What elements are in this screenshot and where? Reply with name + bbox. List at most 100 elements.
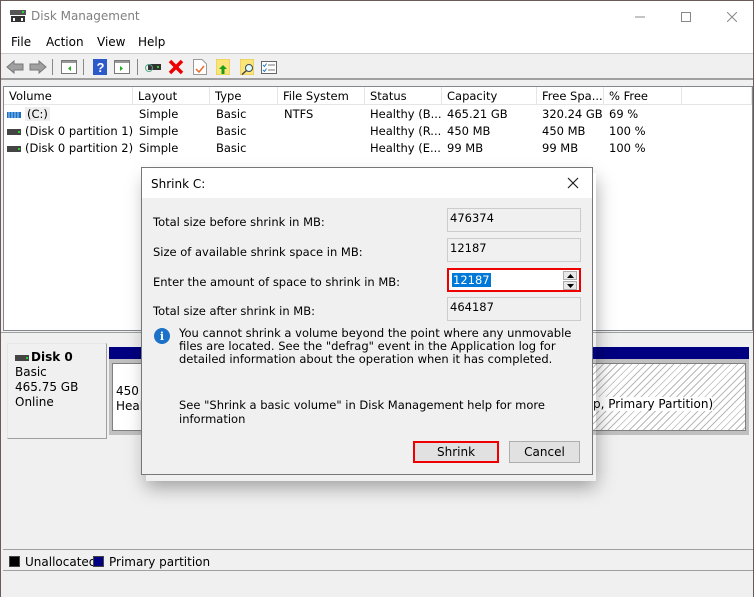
settings-list-button[interactable] xyxy=(260,58,278,76)
disk-name: Disk 0 xyxy=(31,350,73,364)
column-header-type[interactable]: Type xyxy=(210,87,278,105)
window-title: Disk Management xyxy=(31,9,140,23)
close-icon xyxy=(727,11,737,22)
partition-c-text: p, Primary Partition) xyxy=(593,397,714,411)
dialog-title-bar: Shrink C: xyxy=(142,168,592,198)
layout-cell: Simple xyxy=(139,124,179,138)
menu-file[interactable]: File xyxy=(11,35,31,49)
primary-partition-swatch xyxy=(93,556,104,567)
volume-name: (Disk 0 partition 2) xyxy=(25,141,134,155)
menu-bar: File Action View Help xyxy=(1,32,753,54)
type-cell: Basic xyxy=(216,107,247,121)
disk-drive-icon xyxy=(15,354,29,361)
column-header-volume[interactable]: Volume xyxy=(4,87,133,105)
capacity-cell: 99 MB xyxy=(447,141,484,155)
forward-icon xyxy=(29,60,47,74)
capacity-cell: 450 MB xyxy=(447,124,491,138)
volume-name: (C:) xyxy=(25,107,50,121)
volume-cell: (Disk 0 partition 2) xyxy=(7,141,133,155)
spin-up-button[interactable] xyxy=(563,271,577,280)
toolbar-separator xyxy=(83,59,84,75)
volume-row[interactable]: (Disk 0 partition 1) Simple Basic Health… xyxy=(4,123,752,140)
capacity-cell: 465.21 GB xyxy=(447,107,508,121)
help-message: See "Shrink a basic volume" in Disk Mana… xyxy=(179,398,545,426)
column-header-layout[interactable]: Layout xyxy=(133,87,210,105)
delete-icon xyxy=(168,59,184,75)
column-header-status[interactable]: Status xyxy=(365,87,442,105)
explore-icon xyxy=(240,59,254,75)
show-hide-console-tree-button[interactable] xyxy=(60,58,78,76)
percent-free-cell: 69 % xyxy=(609,107,639,121)
shrink-amount-label: Enter the amount of space to shrink in M… xyxy=(153,275,401,289)
total-after-label: Total size after shrink in MB: xyxy=(153,304,315,318)
column-header-capacity[interactable]: Capacity xyxy=(442,87,537,105)
connect-disk-icon xyxy=(145,64,161,72)
properties-button[interactable] xyxy=(191,58,209,76)
maximize-button[interactable] xyxy=(663,1,709,32)
close-button[interactable] xyxy=(709,1,754,32)
available-shrink-label: Size of available shrink space in MB: xyxy=(153,245,363,259)
delete-button[interactable] xyxy=(167,58,185,76)
disk-0-info[interactable]: Disk 0 Basic 465.75 GB Online xyxy=(7,343,107,439)
total-before-field: 476374 xyxy=(447,208,581,232)
layout-cell: Simple xyxy=(139,107,179,121)
minimize-icon xyxy=(635,16,645,17)
disk-status: Online xyxy=(15,395,54,409)
disk-type: Basic xyxy=(15,365,47,379)
total-before-label: Total size before shrink in MB: xyxy=(153,215,325,229)
title-bar: Disk Management xyxy=(1,1,753,32)
type-cell: Basic xyxy=(216,141,247,155)
shrink-amount-input[interactable]: 12187 xyxy=(452,273,491,287)
volume-row[interactable]: (C:) Simple Basic NTFS Healthy (B... 465… xyxy=(4,106,752,123)
minimize-button[interactable] xyxy=(617,1,663,32)
show-action-pane-button[interactable] xyxy=(113,58,131,76)
volume-striped-icon xyxy=(7,111,21,118)
svg-text:?: ? xyxy=(97,60,105,75)
menu-view[interactable]: View xyxy=(97,35,125,49)
total-after-field: 464187 xyxy=(447,297,581,321)
back-button[interactable] xyxy=(6,58,24,76)
cancel-button[interactable]: Cancel xyxy=(509,441,580,463)
column-header-file-system[interactable]: File System xyxy=(278,87,365,105)
info-message: You cannot shrink a volume beyond the po… xyxy=(179,326,572,366)
status-bar xyxy=(1,573,753,597)
info-icon: i xyxy=(154,328,170,344)
shrink-amount-spinbox[interactable]: 12187 xyxy=(447,268,581,292)
dialog-title: Shrink C: xyxy=(151,177,206,191)
help-icon: ? xyxy=(93,59,107,75)
forward-button[interactable] xyxy=(29,58,47,76)
shrink-dialog: Shrink C: Total size before shrink in MB… xyxy=(141,167,593,475)
volume-row[interactable]: (Disk 0 partition 2) Simple Basic Health… xyxy=(4,140,752,157)
shrink-button[interactable]: Shrink xyxy=(413,441,499,463)
maximize-icon xyxy=(681,11,691,22)
disk-drive-icon xyxy=(7,128,21,135)
disk-size: 465.75 GB xyxy=(15,380,79,394)
menu-action[interactable]: Action xyxy=(46,35,84,49)
percent-free-cell: 100 % xyxy=(609,141,646,155)
volume-list-header: Volume Layout Type File System Status Ca… xyxy=(4,87,752,105)
disk-management-app-icon xyxy=(10,10,26,22)
arrow-up-icon xyxy=(566,273,574,278)
menu-help[interactable]: Help xyxy=(138,35,165,49)
status-cell: Healthy (B... xyxy=(370,107,442,121)
column-header-free-space[interactable]: Free Spa... xyxy=(537,87,604,105)
file-system-cell: NTFS xyxy=(284,107,314,121)
status-cell: Healthy (R... xyxy=(370,124,442,138)
explore-button[interactable] xyxy=(238,58,256,76)
open-folder-button[interactable] xyxy=(214,58,232,76)
legend-unallocated: Unallocated xyxy=(25,555,97,569)
type-cell: Basic xyxy=(216,124,247,138)
toolbar: ? xyxy=(1,55,753,80)
percent-free-cell: 100 % xyxy=(609,124,646,138)
available-shrink-field: 12187 xyxy=(447,238,581,262)
partition-c-block[interactable]: p, Primary Partition) xyxy=(589,363,746,431)
disk-drive-icon xyxy=(7,145,21,152)
spin-down-button[interactable] xyxy=(563,281,577,290)
connect-disk-button[interactable] xyxy=(144,58,162,76)
help-button[interactable]: ? xyxy=(91,58,109,76)
show-hide-console-tree-icon xyxy=(61,60,77,74)
column-header-percent-free[interactable]: % Free xyxy=(604,87,682,105)
dialog-close-button[interactable] xyxy=(562,172,584,194)
close-icon xyxy=(567,177,579,189)
disk-name-row: Disk 0 xyxy=(15,350,106,365)
